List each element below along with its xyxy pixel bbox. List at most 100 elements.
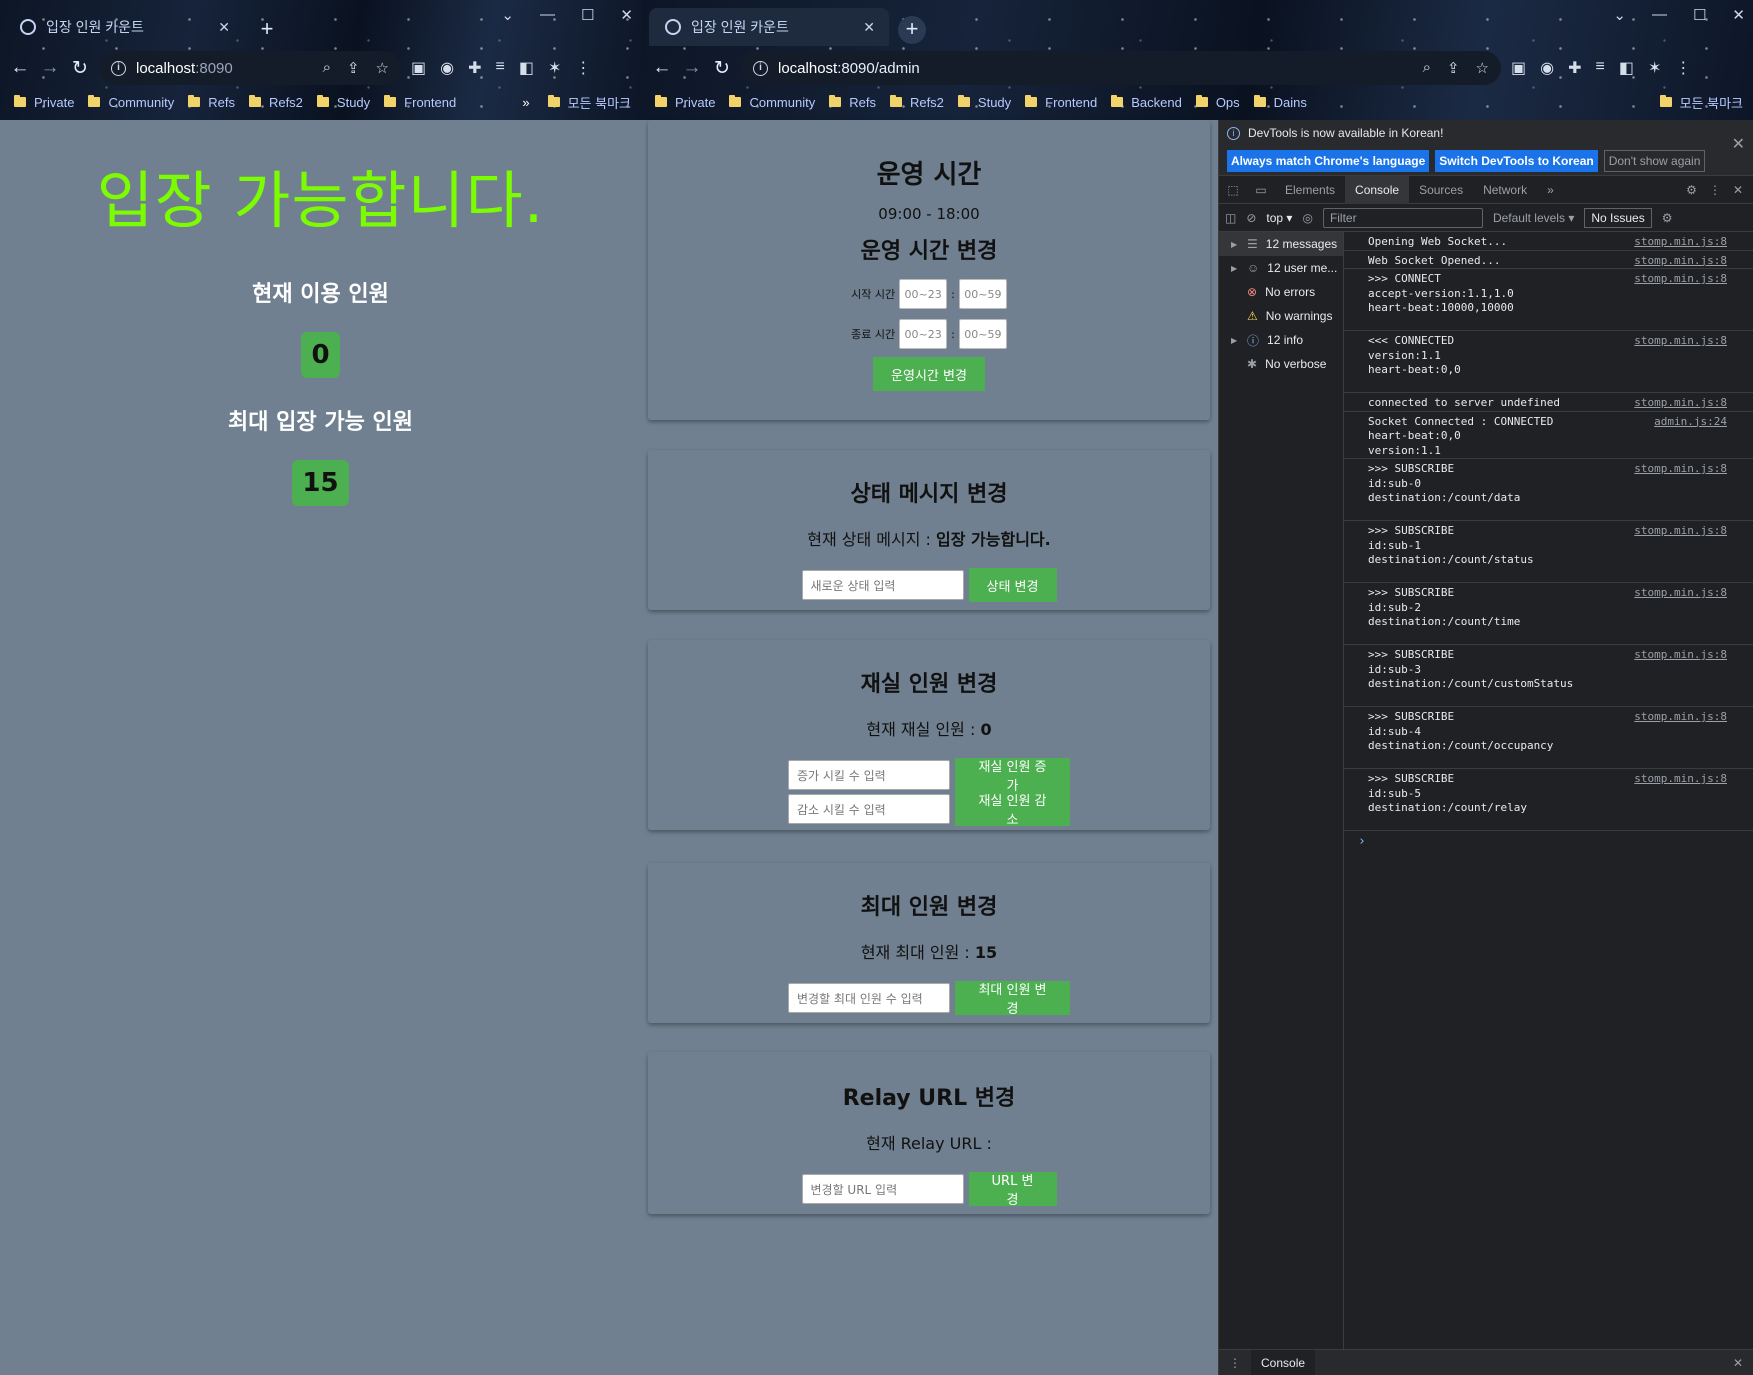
- bookmark-study[interactable]: Study: [316, 95, 370, 110]
- clear-console-icon[interactable]: ⊘: [1246, 211, 1256, 225]
- drawer-menu-icon[interactable]: ⋮: [1219, 1356, 1251, 1370]
- reload-icon[interactable]: ↻: [65, 57, 95, 80]
- console-filter-0[interactable]: ▶ ☰ 12 messages: [1219, 232, 1343, 256]
- message-source-link[interactable]: stomp.min.js:8: [1634, 462, 1727, 477]
- minimize-icon[interactable]: —: [1652, 6, 1667, 24]
- menu-icon[interactable]: ⋮: [1675, 58, 1691, 78]
- extension-avatar-icon[interactable]: ◉: [1540, 58, 1554, 78]
- bookmark-refs[interactable]: Refs: [188, 95, 235, 110]
- sidepanel-icon[interactable]: ◧: [1619, 58, 1634, 78]
- decrease-occupancy-button[interactable]: 재실 인원 감소: [955, 792, 1070, 828]
- profile-icon[interactable]: ✶: [1648, 58, 1661, 78]
- site-info-icon[interactable]: i: [111, 60, 126, 76]
- bookmark-private[interactable]: Private: [14, 95, 74, 110]
- puzzle-icon[interactable]: ✚: [468, 58, 481, 78]
- bookmark-star-icon[interactable]: ☆: [1476, 59, 1489, 77]
- reload-icon[interactable]: ↻: [707, 57, 737, 80]
- sidebar-toggle-icon[interactable]: ◫: [1225, 211, 1236, 225]
- bookmark-frontend[interactable]: Frontend: [1025, 95, 1097, 110]
- back-icon[interactable]: ←: [647, 57, 677, 79]
- settings-icon[interactable]: ⚙: [1686, 183, 1697, 197]
- message-source-link[interactable]: stomp.min.js:8: [1634, 396, 1727, 411]
- filter-input[interactable]: Filter: [1322, 207, 1483, 228]
- tab-elements[interactable]: Elements: [1275, 176, 1345, 204]
- new-tab-button[interactable]: +: [898, 16, 926, 44]
- console-filter-2[interactable]: ⊗ No errors: [1219, 280, 1343, 304]
- close-window-icon[interactable]: ✕: [620, 6, 633, 24]
- profile-icon[interactable]: ✶: [548, 58, 561, 78]
- address-bar[interactable]: i localhost:8090 ⌕ ⇪ ☆: [99, 51, 401, 85]
- extension-avatar-icon[interactable]: ◉: [440, 58, 454, 78]
- message-source-link[interactable]: stomp.min.js:8: [1634, 586, 1727, 601]
- drawer-console-tab[interactable]: Console: [1251, 1349, 1316, 1375]
- dismiss-button[interactable]: Don't show again: [1603, 150, 1706, 172]
- bookmark-ops[interactable]: Ops: [1195, 95, 1240, 110]
- increase-input[interactable]: 증가 시킬 수 입력: [788, 760, 950, 790]
- browser-tab[interactable]: 입장 인원 카운트 ✕: [4, 8, 244, 46]
- bookmark-star-icon[interactable]: ☆: [376, 59, 389, 77]
- start-hour-input[interactable]: 00~23: [899, 279, 948, 309]
- message-source-link[interactable]: admin.js:24: [1654, 415, 1727, 430]
- console-prompt[interactable]: ›: [1344, 831, 1753, 852]
- switch-language-button[interactable]: Switch DevTools to Korean: [1435, 150, 1598, 172]
- zoom-icon[interactable]: ⌕: [323, 59, 331, 77]
- inspect-icon[interactable]: ⬚: [1219, 183, 1247, 197]
- console-filter-1[interactable]: ▶ ☺ 12 user me...: [1219, 256, 1343, 280]
- message-source-link[interactable]: stomp.min.js:8: [1634, 772, 1727, 787]
- eye-icon[interactable]: ◎: [1302, 211, 1312, 225]
- close-drawer-icon[interactable]: ✕: [1733, 1356, 1743, 1370]
- tab-sources[interactable]: Sources: [1409, 176, 1473, 204]
- tab-search-icon[interactable]: ⌄: [501, 6, 514, 24]
- bookmark-backend[interactable]: Backend: [1111, 95, 1182, 110]
- issues-button[interactable]: No Issues: [1584, 207, 1652, 228]
- puzzle-icon[interactable]: ✚: [1568, 58, 1581, 78]
- bookmark-dains[interactable]: Dains: [1253, 95, 1307, 110]
- change-hours-button[interactable]: 운영시간 변경: [873, 357, 985, 391]
- share-icon[interactable]: ⇪: [347, 59, 360, 77]
- address-bar[interactable]: i localhost:8090/admin ⌕ ⇪ ☆: [741, 51, 1501, 85]
- console-filter-5[interactable]: ✱ No verbose: [1219, 352, 1343, 376]
- all-bookmarks[interactable]: 모든 북마크: [1659, 93, 1743, 112]
- close-window-icon[interactable]: ✕: [1732, 6, 1745, 24]
- new-tab-button[interactable]: +: [253, 16, 281, 44]
- browser-tab[interactable]: 입장 인원 카운트 ✕: [649, 8, 889, 46]
- console-filter-3[interactable]: ⚠ No warnings: [1219, 304, 1343, 328]
- sidepanel-icon[interactable]: ◧: [519, 58, 534, 78]
- increase-occupancy-button[interactable]: 재실 인원 증가: [955, 758, 1070, 794]
- minimize-icon[interactable]: —: [540, 6, 555, 24]
- change-status-button[interactable]: 상태 변경: [968, 568, 1057, 602]
- maximize-icon[interactable]: ☐: [1693, 6, 1706, 24]
- maximize-icon[interactable]: ☐: [581, 6, 594, 24]
- more-tabs-icon[interactable]: »: [1537, 176, 1564, 204]
- tab-network[interactable]: Network: [1473, 176, 1537, 204]
- message-source-link[interactable]: stomp.min.js:8: [1634, 710, 1727, 725]
- forward-icon[interactable]: →: [35, 57, 65, 79]
- end-hour-input[interactable]: 00~23: [899, 319, 948, 349]
- context-select[interactable]: top ▾: [1266, 211, 1292, 225]
- more-options-icon[interactable]: ⋮: [1709, 183, 1721, 197]
- bookmark-study[interactable]: Study: [957, 95, 1011, 110]
- bookmark-frontend[interactable]: Frontend: [384, 95, 456, 110]
- message-source-link[interactable]: stomp.min.js:8: [1634, 648, 1727, 663]
- message-source-link[interactable]: stomp.min.js:8: [1634, 235, 1727, 250]
- message-source-link[interactable]: stomp.min.js:8: [1634, 334, 1727, 349]
- bookmark-private[interactable]: Private: [655, 95, 715, 110]
- close-notice-icon[interactable]: ✕: [1732, 134, 1745, 154]
- close-tab-icon[interactable]: ✕: [218, 19, 230, 36]
- close-devtools-icon[interactable]: ✕: [1733, 183, 1743, 197]
- close-tab-icon[interactable]: ✕: [863, 19, 875, 36]
- console-settings-icon[interactable]: ⚙: [1662, 211, 1673, 225]
- bookmark-community[interactable]: Community: [88, 95, 174, 110]
- back-icon[interactable]: ←: [5, 57, 35, 79]
- max-input[interactable]: 변경할 최대 인원 수 입력: [788, 983, 950, 1013]
- bookmark-refs[interactable]: Refs: [829, 95, 876, 110]
- end-minute-input[interactable]: 00~59: [958, 319, 1007, 349]
- start-minute-input[interactable]: 00~59: [958, 279, 1007, 309]
- levels-select[interactable]: Default levels ▾: [1493, 211, 1574, 225]
- media-icon[interactable]: ≡: [496, 58, 505, 78]
- message-source-link[interactable]: stomp.min.js:8: [1634, 524, 1727, 539]
- bookmark-refs2[interactable]: Refs2: [248, 95, 303, 110]
- change-max-button[interactable]: 최대 인원 변경: [955, 981, 1070, 1017]
- message-source-link[interactable]: stomp.min.js:8: [1634, 254, 1727, 269]
- more-bookmarks-icon[interactable]: »: [522, 95, 529, 110]
